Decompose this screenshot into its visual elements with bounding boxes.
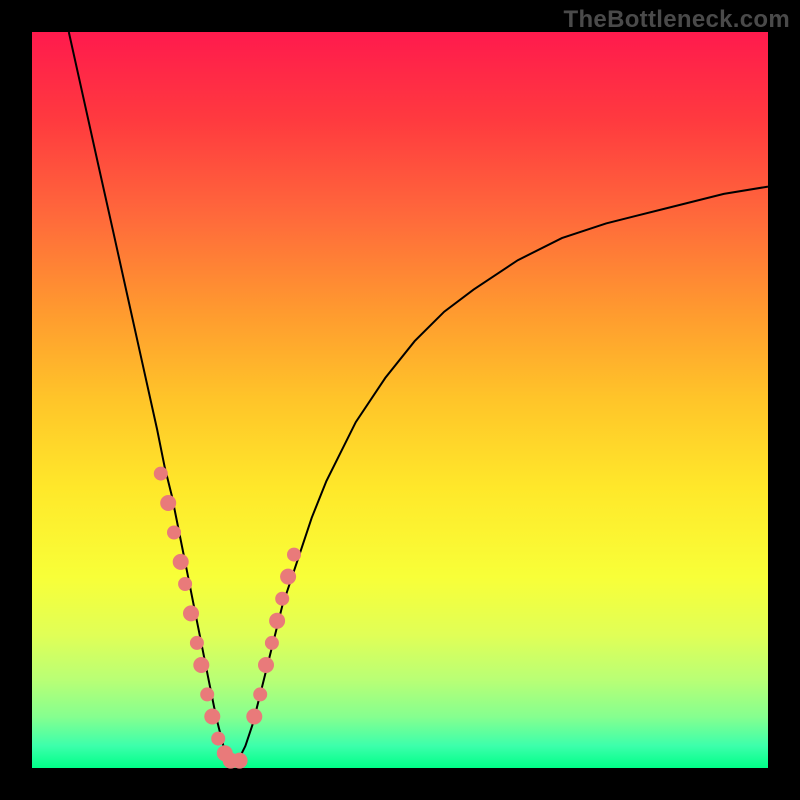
data-marker <box>211 732 225 746</box>
data-marker <box>167 526 181 540</box>
data-marker <box>190 636 204 650</box>
watermark-text: TheBottleneck.com <box>564 6 790 34</box>
data-marker <box>246 709 262 725</box>
data-marker <box>193 657 209 673</box>
data-marker <box>178 577 192 591</box>
data-marker <box>183 605 199 621</box>
chart-frame: TheBottleneck.com <box>0 0 800 800</box>
data-marker <box>280 569 296 585</box>
data-marker <box>253 687 267 701</box>
data-marker <box>258 657 274 673</box>
data-marker <box>200 687 214 701</box>
data-marker <box>232 753 248 769</box>
data-marker <box>173 554 189 570</box>
data-marker <box>287 548 301 562</box>
data-marker <box>160 495 176 511</box>
data-marker <box>204 709 220 725</box>
data-marker <box>265 636 279 650</box>
data-marker <box>275 592 289 606</box>
data-marker <box>269 613 285 629</box>
plot-area <box>32 32 768 768</box>
data-marker <box>154 467 168 481</box>
curve-layer <box>32 32 768 768</box>
bottleneck-curve <box>69 32 768 761</box>
